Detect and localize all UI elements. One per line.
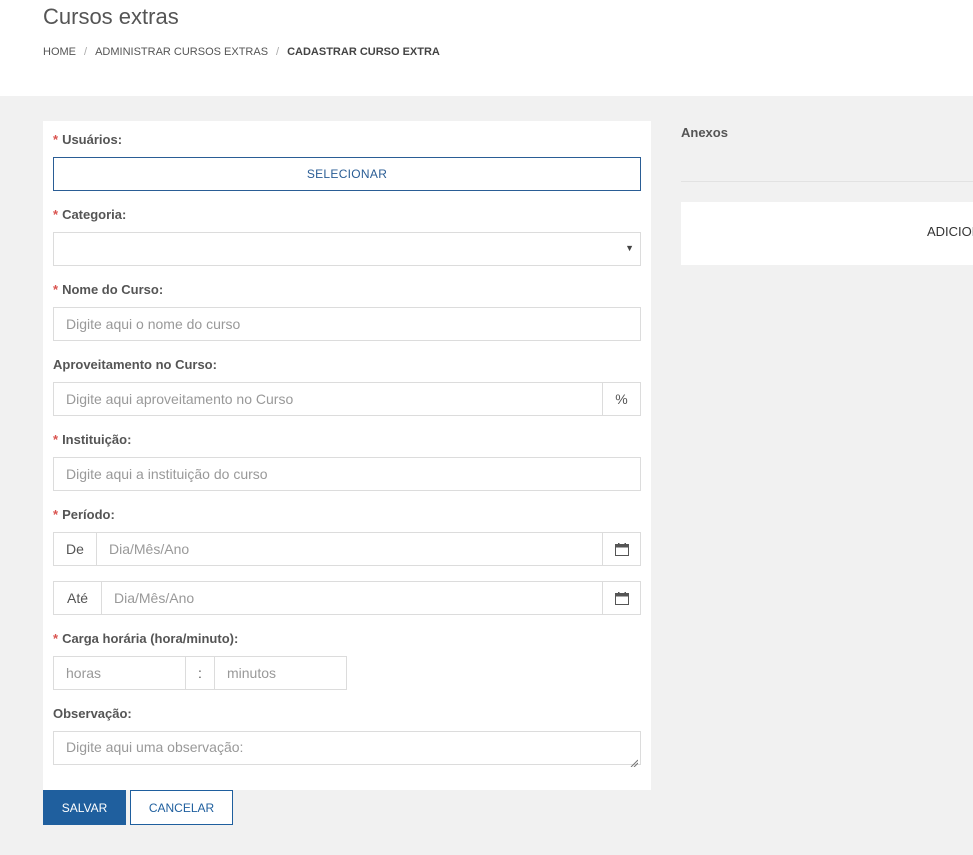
breadcrumb: HOME / ADMINISTRAR CURSOS EXTRAS / CADAS… <box>43 46 440 58</box>
nome-label-text: Nome do Curso: <box>62 282 164 297</box>
required-mark: * <box>53 432 59 447</box>
nome-field <box>53 307 641 341</box>
carga-label: * Carga horária (hora/minuto): <box>53 631 238 646</box>
aproveitamento-input[interactable] <box>54 383 602 415</box>
institution-input[interactable] <box>54 458 640 490</box>
breadcrumb-home[interactable]: HOME <box>43 46 76 58</box>
select-users-button[interactable]: SELECIONAR <box>53 157 641 191</box>
breadcrumb-separator: / <box>84 46 88 58</box>
observacao-label: Observação: <box>53 706 132 721</box>
breadcrumb-administrar[interactable]: ADMINISTRAR CURSOS EXTRAS <box>95 46 268 58</box>
aproveitamento-label-text: Aproveitamento no Curso: <box>53 357 217 372</box>
instituicao-field <box>53 457 641 491</box>
course-name-input[interactable] <box>54 308 640 340</box>
cancel-button[interactable]: CANCELAR <box>130 790 233 825</box>
end-date-calendar-button[interactable] <box>602 581 641 615</box>
hours-field <box>53 656 186 690</box>
start-date-calendar-button[interactable] <box>602 532 641 566</box>
required-mark: * <box>53 207 59 222</box>
usuarios-label: * Usuários: <box>53 132 122 147</box>
attachments-divider <box>681 181 973 182</box>
to-addon: Até <box>53 581 102 615</box>
aproveitamento-field <box>53 382 603 416</box>
minutes-field <box>214 656 347 690</box>
categoria-label: * Categoria: <box>53 207 126 222</box>
percent-addon: % <box>602 382 641 416</box>
time-separator: : <box>185 656 215 690</box>
from-date-field <box>96 532 603 566</box>
end-date-input[interactable] <box>102 582 602 614</box>
observacao-label-text: Observação: <box>53 706 132 721</box>
breadcrumb-separator: / <box>276 46 280 58</box>
start-date-input[interactable] <box>97 533 602 565</box>
chevron-down-icon: ▼ <box>625 243 634 253</box>
from-addon: De <box>53 532 97 566</box>
calendar-icon <box>614 591 629 605</box>
attachments-title: Anexos <box>681 125 728 140</box>
instituicao-label: * Instituição: <box>53 432 131 447</box>
add-attachment-label: ADICIONAR <box>927 224 973 239</box>
carga-label-text: Carga horária (hora/minuto): <box>62 631 239 646</box>
course-form: * Usuários: SELECIONAR * Categoria: ▼ * Nom… <box>43 121 651 790</box>
calendar-icon <box>614 542 629 556</box>
observacao-field <box>53 731 641 768</box>
observation-textarea[interactable] <box>54 732 640 764</box>
aproveitamento-label: Aproveitamento no Curso: <box>53 357 217 372</box>
page-title: Cursos extras <box>43 4 179 29</box>
hours-input[interactable] <box>54 657 185 689</box>
usuarios-label-text: Usuários: <box>62 132 123 147</box>
required-mark: * <box>53 507 59 522</box>
save-button[interactable]: SALVAR <box>43 790 126 825</box>
page-header: Cursos extras HOME / ADMINISTRAR CURSOS … <box>0 0 973 96</box>
to-date-field <box>101 581 603 615</box>
minutes-input[interactable] <box>215 657 346 689</box>
required-mark: * <box>53 631 59 646</box>
instituicao-label-text: Instituição: <box>62 432 132 447</box>
periodo-label: * Período: <box>53 507 115 522</box>
categoria-select[interactable]: ▼ <box>53 232 641 266</box>
add-attachment-button[interactable]: ADICIONAR <box>681 202 973 265</box>
resize-handle-icon[interactable] <box>630 754 639 768</box>
nome-label: * Nome do Curso: <box>53 282 163 297</box>
required-mark: * <box>53 132 59 147</box>
categoria-label-text: Categoria: <box>62 207 127 222</box>
periodo-label-text: Período: <box>62 507 115 522</box>
required-mark: * <box>53 282 59 297</box>
breadcrumb-current: CADASTRAR CURSO EXTRA <box>287 46 440 58</box>
